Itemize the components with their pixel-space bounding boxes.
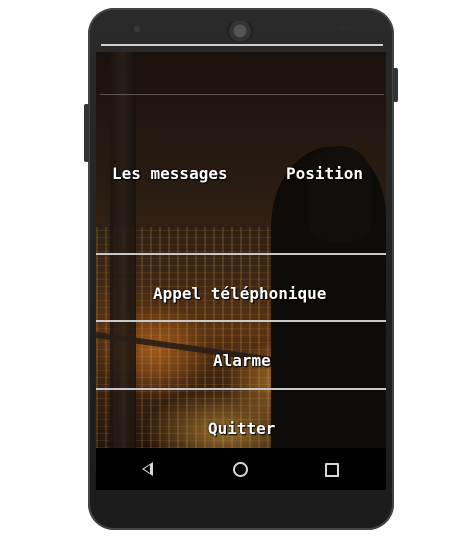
alarm-button[interactable]: Alarme	[213, 351, 271, 370]
sensor-icon	[338, 26, 352, 31]
back-icon[interactable]	[142, 462, 153, 476]
camera-icon	[134, 26, 140, 32]
divider-1	[96, 253, 386, 255]
app-screen: Les messages Position Appel téléphonique…	[96, 52, 386, 448]
messages-button[interactable]: Les messages	[112, 164, 228, 183]
position-button[interactable]: Position	[286, 164, 363, 183]
quit-button[interactable]: Quitter	[208, 419, 275, 438]
speaker-icon	[226, 20, 254, 42]
person-head-silhouette	[308, 146, 372, 242]
top-divider	[100, 94, 384, 95]
home-icon[interactable]	[233, 462, 248, 477]
power-button	[393, 68, 398, 102]
divider-3	[96, 388, 386, 390]
phone-call-button[interactable]: Appel téléphonique	[153, 284, 326, 303]
navigation-bar	[96, 448, 386, 490]
status-bar-divider	[101, 44, 383, 46]
divider-2	[96, 320, 386, 322]
recents-icon[interactable]	[325, 463, 339, 477]
volume-button	[84, 104, 89, 162]
